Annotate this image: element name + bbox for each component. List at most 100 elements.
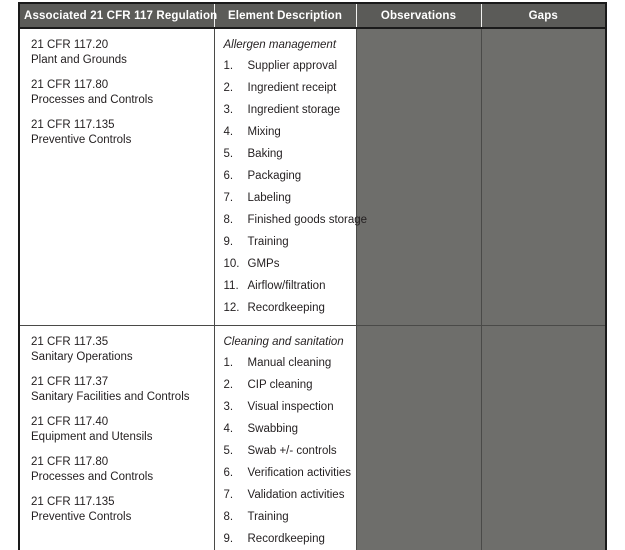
list-item: 4. Swabbing	[224, 422, 356, 436]
list-item-number: 9.	[223, 533, 234, 545]
list-item-label: Baking	[247, 148, 283, 160]
regulation-code: 21 CFR 117.80	[31, 79, 109, 91]
list-item-label: Labeling	[247, 192, 291, 204]
list-item-number: 5.	[223, 148, 234, 160]
list-item-number: 9.	[223, 236, 234, 248]
list-item-label: Supplier approval	[247, 60, 338, 72]
list-item: 12. Recordkeeping	[224, 301, 356, 315]
list-item: 9. Recordkeeping	[224, 532, 356, 546]
regulation-entry: 21 CFR 117.135 Preventive Controls	[31, 118, 214, 147]
regulation-entry: 21 CFR 117.135 Preventive Controls	[31, 495, 214, 524]
regulation-entry: 21 CFR 117.37 Sanitary Facilities and Co…	[31, 375, 214, 404]
audit-table: Associated 21 CFR 117 Regulation Element…	[18, 2, 607, 550]
list-item-label: Recordkeeping	[247, 533, 325, 545]
list-item-number: 4.	[223, 423, 234, 435]
gaps-value	[482, 326, 606, 336]
regulation-entry: 21 CFR 117.35 Sanitary Operations	[31, 335, 214, 364]
cell-regulation: 21 CFR 117.35 Sanitary Operations 21 CFR…	[18, 325, 215, 550]
list-item: 2. CIP cleaning	[224, 378, 356, 392]
list-item: 1. Supplier approval	[224, 59, 356, 73]
table-header: Associated 21 CFR 117 Regulation Element…	[18, 2, 607, 29]
list-item-label: Swabbing	[247, 423, 299, 435]
observations-value	[357, 326, 481, 336]
regulation-list: 21 CFR 117.35 Sanitary Operations 21 CFR…	[20, 326, 214, 534]
list-item-number: 10.	[223, 258, 240, 270]
list-item: 5. Swab +/- controls	[224, 444, 356, 458]
list-item: 8. Training	[224, 510, 356, 524]
list-item: 10. GMPs	[224, 257, 356, 271]
list-item-number: 8.	[223, 214, 234, 226]
list-item-number: 6.	[223, 467, 234, 479]
column-header-element-description: Element Description	[213, 2, 357, 29]
list-item: 1. Manual cleaning	[224, 356, 356, 370]
list-item-label: Ingredient receipt	[247, 82, 337, 94]
list-item-number: 3.	[223, 401, 234, 413]
list-item: 7. Validation activities	[224, 488, 356, 502]
cell-element-description: Allergen management 1. Supplier approval …	[213, 28, 368, 326]
list-item-label: Manual cleaning	[247, 357, 332, 369]
list-item: 5. Baking	[224, 147, 356, 161]
table-row: 21 CFR 117.35 Sanitary Operations 21 CFR…	[18, 325, 607, 550]
regulation-name: Sanitary Facilities and Controls	[31, 390, 190, 403]
list-item-label: Training	[247, 511, 289, 523]
table-row: 21 CFR 117.20 Plant and Grounds 21 CFR 1…	[18, 28, 607, 326]
list-item-label: Swab +/- controls	[247, 445, 337, 457]
page-root: Associated 21 CFR 117 Regulation Element…	[0, 0, 625, 550]
column-header-gaps: Gaps	[480, 2, 607, 29]
list-item-number: 7.	[223, 489, 234, 501]
list-item: 4. Mixing	[224, 125, 356, 139]
list-item-label: Training	[247, 236, 289, 248]
element-category-title: Cleaning and sanitation	[223, 336, 344, 348]
regulation-entry: 21 CFR 117.20 Plant and Grounds	[31, 38, 214, 67]
regulation-list: 21 CFR 117.20 Plant and Grounds 21 CFR 1…	[20, 29, 214, 157]
list-item-label: Airflow/filtration	[247, 280, 326, 292]
element-category-title: Allergen management	[223, 39, 337, 51]
list-item: 9. Training	[224, 235, 356, 249]
header-row: Associated 21 CFR 117 Regulation Element…	[18, 2, 607, 29]
regulation-code: 21 CFR 117.40	[31, 416, 109, 428]
list-item: 6. Packaging	[224, 169, 356, 183]
cell-element-description: Cleaning and sanitation 1. Manual cleanin…	[213, 325, 357, 550]
list-item-label: Visual inspection	[247, 401, 334, 413]
cell-regulation: 21 CFR 117.20 Plant and Grounds 21 CFR 1…	[18, 28, 215, 326]
list-item-label: Finished goods storage	[247, 214, 368, 226]
cell-observations[interactable]	[355, 28, 482, 326]
regulation-name: Plant and Grounds	[31, 53, 127, 66]
cell-gaps[interactable]	[480, 28, 607, 326]
list-item: 8. Finished goods storage	[223, 213, 368, 227]
regulation-name: Equipment and Utensils	[31, 430, 153, 443]
element-item-list: 1. Manual cleaning 2. CIP cleaning 3. Visua…	[224, 356, 356, 546]
regulation-entry: 21 CFR 117.80 Processes and Controls	[31, 455, 214, 484]
list-item-number: 11.	[223, 280, 239, 292]
element-description-block: Cleaning and sanitation 1. Manual cleanin…	[215, 326, 356, 550]
list-item-number: 7.	[223, 192, 234, 204]
list-item-number: 2.	[223, 82, 234, 94]
list-item: 3. Visual inspection	[224, 400, 356, 414]
regulation-code: 21 CFR 117.80	[31, 456, 109, 468]
cell-gaps[interactable]	[480, 325, 607, 550]
list-item: 11. Airflow/filtration	[224, 279, 356, 293]
list-item-label: Recordkeeping	[247, 302, 325, 314]
list-item-number: 12.	[223, 302, 240, 314]
list-item-label: GMPs	[247, 258, 280, 270]
regulation-entry: 21 CFR 117.40 Equipment and Utensils	[31, 415, 214, 444]
table-body: 21 CFR 117.20 Plant and Grounds 21 CFR 1…	[18, 28, 607, 550]
regulation-name: Processes and Controls	[31, 470, 154, 483]
list-item-number: 5.	[223, 445, 234, 457]
cell-observations[interactable]	[355, 325, 482, 550]
list-item: 7. Labeling	[224, 191, 356, 205]
column-header-regulation: Associated 21 CFR 117 Regulation	[18, 2, 217, 29]
list-item: 3. Ingredient storage	[224, 103, 356, 117]
observations-value	[357, 29, 481, 39]
list-item-number: 4.	[223, 126, 234, 138]
regulation-name: Preventive Controls	[31, 133, 132, 146]
list-item-label: Ingredient storage	[247, 104, 341, 116]
list-item-number: 2.	[223, 379, 234, 391]
list-item-label: Verification activities	[247, 467, 352, 479]
list-item-label: Validation activities	[247, 489, 345, 501]
regulation-code: 21 CFR 117.135	[31, 119, 115, 131]
element-item-list: 1. Supplier approval 2. Ingredient receipt…	[223, 59, 368, 315]
regulation-code: 21 CFR 117.37	[31, 376, 109, 388]
list-item-number: 6.	[223, 170, 234, 182]
regulation-code: 21 CFR 117.20	[31, 39, 109, 51]
